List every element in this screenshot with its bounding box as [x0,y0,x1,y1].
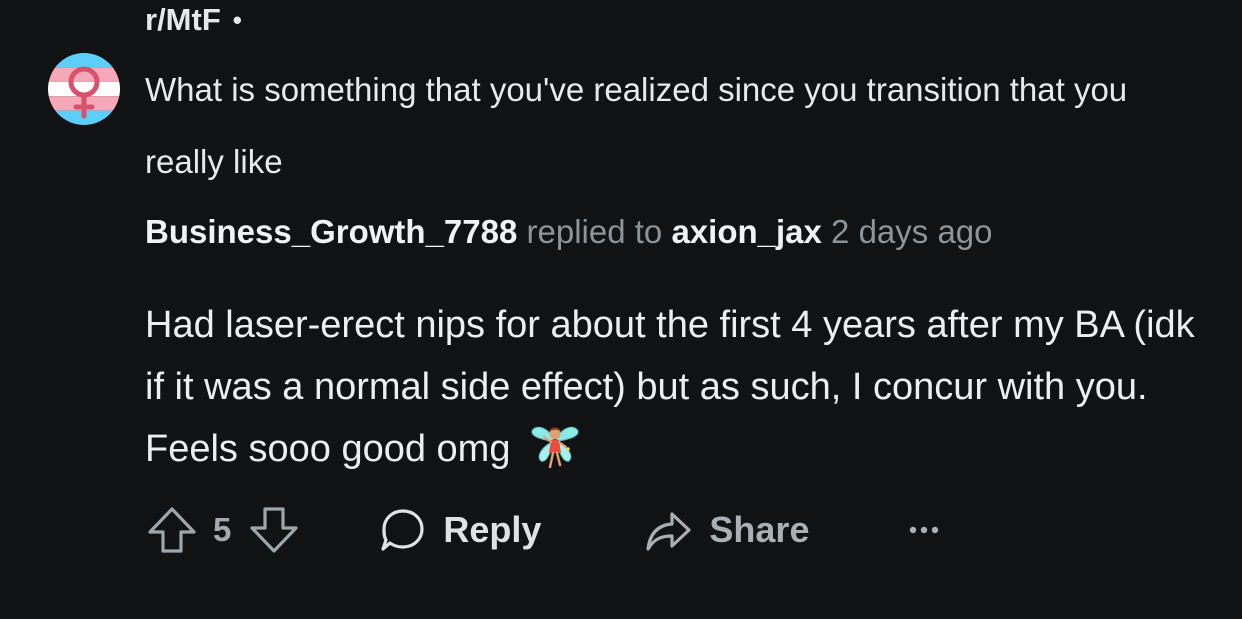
comment-body: Had laser-erect nips for about the first… [145,294,1215,490]
post-title[interactable]: What is something that you've realized s… [145,54,1205,198]
share-button[interactable]: Share [643,506,809,554]
reply-label: Reply [443,509,542,550]
subreddit-header: r/MtF • [145,2,242,38]
subreddit-avatar[interactable] [48,53,120,125]
separator-dot: • [232,4,242,35]
replied-to-text: replied to [526,213,663,250]
reply-metadata: Business_Growth_7788 replied to axion_ja… [145,210,993,254]
downvote-button[interactable] [247,503,301,557]
comment-text: Had laser-erect nips for about the first… [145,304,1195,470]
subreddit-name[interactable]: r/MtF [145,2,221,38]
reply-button[interactable]: Reply [379,506,541,554]
share-arrow-icon [646,512,692,551]
comment-author[interactable]: Business_Growth_7788 [145,213,517,250]
downvote-arrow-icon [250,507,298,553]
more-options-icon [910,526,939,534]
comment-timestamp: 2 days ago [831,213,993,250]
upvote-arrow-icon [148,507,196,553]
vote-controls: 5 [145,503,301,557]
share-label: Share [709,509,810,550]
more-options-button[interactable] [907,520,941,540]
upvote-button[interactable] [145,503,199,557]
comment-actions: 5 Reply Share [145,500,941,560]
transgender-flag-avatar-icon [48,53,120,125]
comment-bubble-icon [381,509,424,551]
fairy-emoji-icon [529,419,581,490]
replied-to-user[interactable]: axion_jax [671,213,821,250]
vote-count: 5 [213,511,232,548]
